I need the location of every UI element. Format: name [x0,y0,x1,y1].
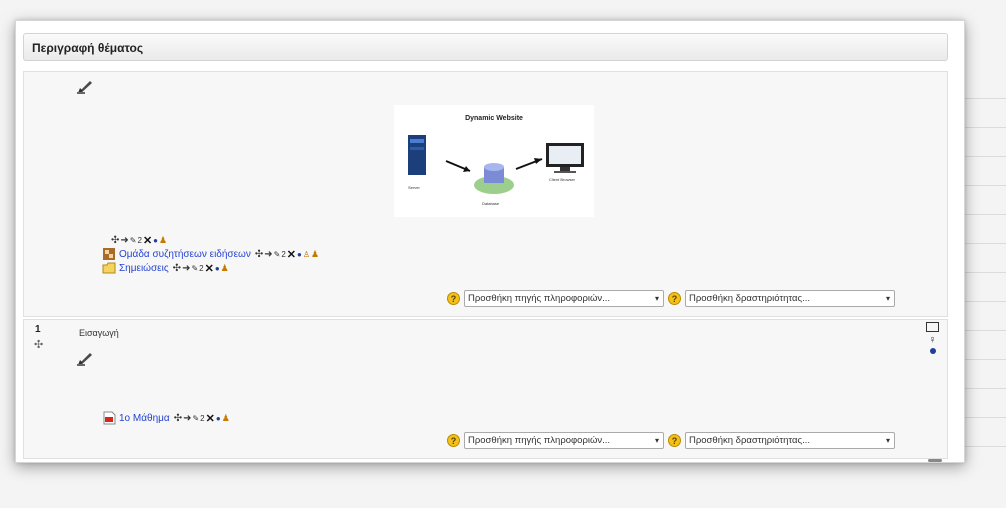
edit-icon[interactable]: ✎ [191,264,198,273]
move-icon[interactable]: ✣ [173,263,181,274]
header-title: Περιγραφή θέματος [32,41,144,55]
chevron-down-icon: ▾ [654,436,659,445]
visibility-icon[interactable]: ● [297,250,302,259]
activity-row: Σημειώσεις ✣ ➜ ✎ 2 ✕ ● ♟ [102,261,229,275]
help-icon[interactable]: ? [668,292,681,305]
indent-badge: 2 [200,413,205,423]
section-number: 1 [35,324,41,335]
assign-roles-icon[interactable]: ♟ [222,413,230,424]
client-caption: Client Browser [549,177,576,182]
move-icon[interactable]: ✣ [255,249,263,260]
activity-row: Ομάδα συζητήσεων ειδήσεων ✣ ➜ ✎ 2 ✕ ● ♙ … [102,247,319,261]
section-0: Dynamic Website Server Database Client B… [23,71,948,317]
move-right-icon[interactable]: ➜ [182,263,190,274]
section-1-right-controls: ♀ [926,322,939,354]
move-icon[interactable]: ✣ [174,413,182,424]
delete-icon[interactable]: ✕ [205,262,214,275]
topic-description-header: Περιγραφή θέματος [23,33,948,61]
pdf-file-icon [103,411,116,425]
delete-icon[interactable]: ✕ [206,412,215,425]
forum-icon [103,248,115,260]
edit-summary-icon[interactable] [77,352,93,366]
course-page-panel: Περιγραφή θέματος Dynamic Website Server… [15,20,965,463]
move-right-icon[interactable]: ➜ [183,413,191,424]
delete-icon[interactable]: ✕ [287,248,296,261]
help-icon[interactable]: ? [668,434,681,447]
activity-link-lesson[interactable]: 1ο Μάθημα [119,413,170,424]
indent-badge: 2 [137,236,142,245]
assign-roles-icon[interactable]: ♟ [221,263,229,274]
visibility-icon[interactable]: ● [215,264,220,273]
visibility-icon[interactable]: ● [153,236,158,245]
indent-badge: 2 [199,263,204,273]
section-title: Εισαγωγή [79,328,119,338]
add-resource-select[interactable]: Προσθήκη πηγής πληροφοριών... ▾ [464,290,664,307]
add-activity-select[interactable]: Προσθήκη δραστηριότητας... ▾ [685,432,895,449]
edit-icon[interactable]: ✎ [192,414,199,423]
show-only-topic-icon[interactable] [926,322,939,332]
assign-roles-icon[interactable]: ♟ [159,235,167,246]
help-icon[interactable]: ? [447,434,460,447]
chevron-down-icon: ▾ [885,436,890,445]
database-caption: Database [482,201,500,206]
scrollbar-thumb[interactable] [928,459,942,462]
add-activity-select[interactable]: Προσθήκη δραστηριότητας... ▾ [685,290,895,307]
chevron-down-icon: ▾ [654,294,659,303]
edit-icon[interactable]: ✎ [130,236,137,245]
move-right-icon[interactable]: ➜ [120,235,128,246]
activity-row: 1ο Μάθημα ✣ ➜ ✎ 2 ✕ ● ♟ [102,411,230,425]
lightbulb-icon[interactable]: ♀ [928,334,936,346]
folder-icon [102,262,116,274]
add-resource-label: Προσθήκη πηγής πληροφοριών... [468,293,611,304]
assign-roles-icon[interactable]: ♟ [311,249,319,260]
label-controls: ✣ ➜ ✎ 2 ✕ ● ♟ [107,234,167,247]
indent-badge: 2 [281,249,286,259]
section-1-adders: ? Προσθήκη πηγής πληροφοριών... ▾ ? Προσ… [447,432,895,449]
section-1: 1 ✣ Εισαγωγή 1ο Μάθημα ✣ ➜ ✎ 2 ✕ ● ♟ ? Π… [23,319,948,459]
add-activity-label: Προσθήκη δραστηριότητας... [689,435,811,446]
visibility-icon[interactable]: ● [216,414,221,423]
delete-icon[interactable]: ✕ [143,234,152,247]
add-resource-select[interactable]: Προσθήκη πηγής πληροφοριών... ▾ [464,432,664,449]
move-section-icon[interactable]: ✣ [34,338,43,351]
add-activity-label: Προσθήκη δραστηριότητας... [689,293,811,304]
activity-link-forum[interactable]: Ομάδα συζητήσεων ειδήσεων [119,249,251,260]
add-resource-label: Προσθήκη πηγής πληροφοριών... [468,435,611,446]
group-mode-icon[interactable]: ♙ [303,250,310,259]
activity-link-notes[interactable]: Σημειώσεις [119,263,169,274]
help-icon[interactable]: ? [447,292,460,305]
move-right-icon[interactable]: ➜ [264,249,272,260]
eye-icon[interactable] [929,348,936,354]
chevron-down-icon: ▾ [885,294,890,303]
section-0-adders: ? Προσθήκη πηγής πληροφοριών... ▾ ? Προσ… [447,290,895,307]
server-caption: Server [408,185,420,190]
move-icon[interactable]: ✣ [111,235,119,246]
edit-icon[interactable]: ✎ [274,250,281,259]
edit-summary-icon[interactable] [77,80,93,94]
dynamic-website-image: Dynamic Website Server Database Client B… [394,105,594,217]
